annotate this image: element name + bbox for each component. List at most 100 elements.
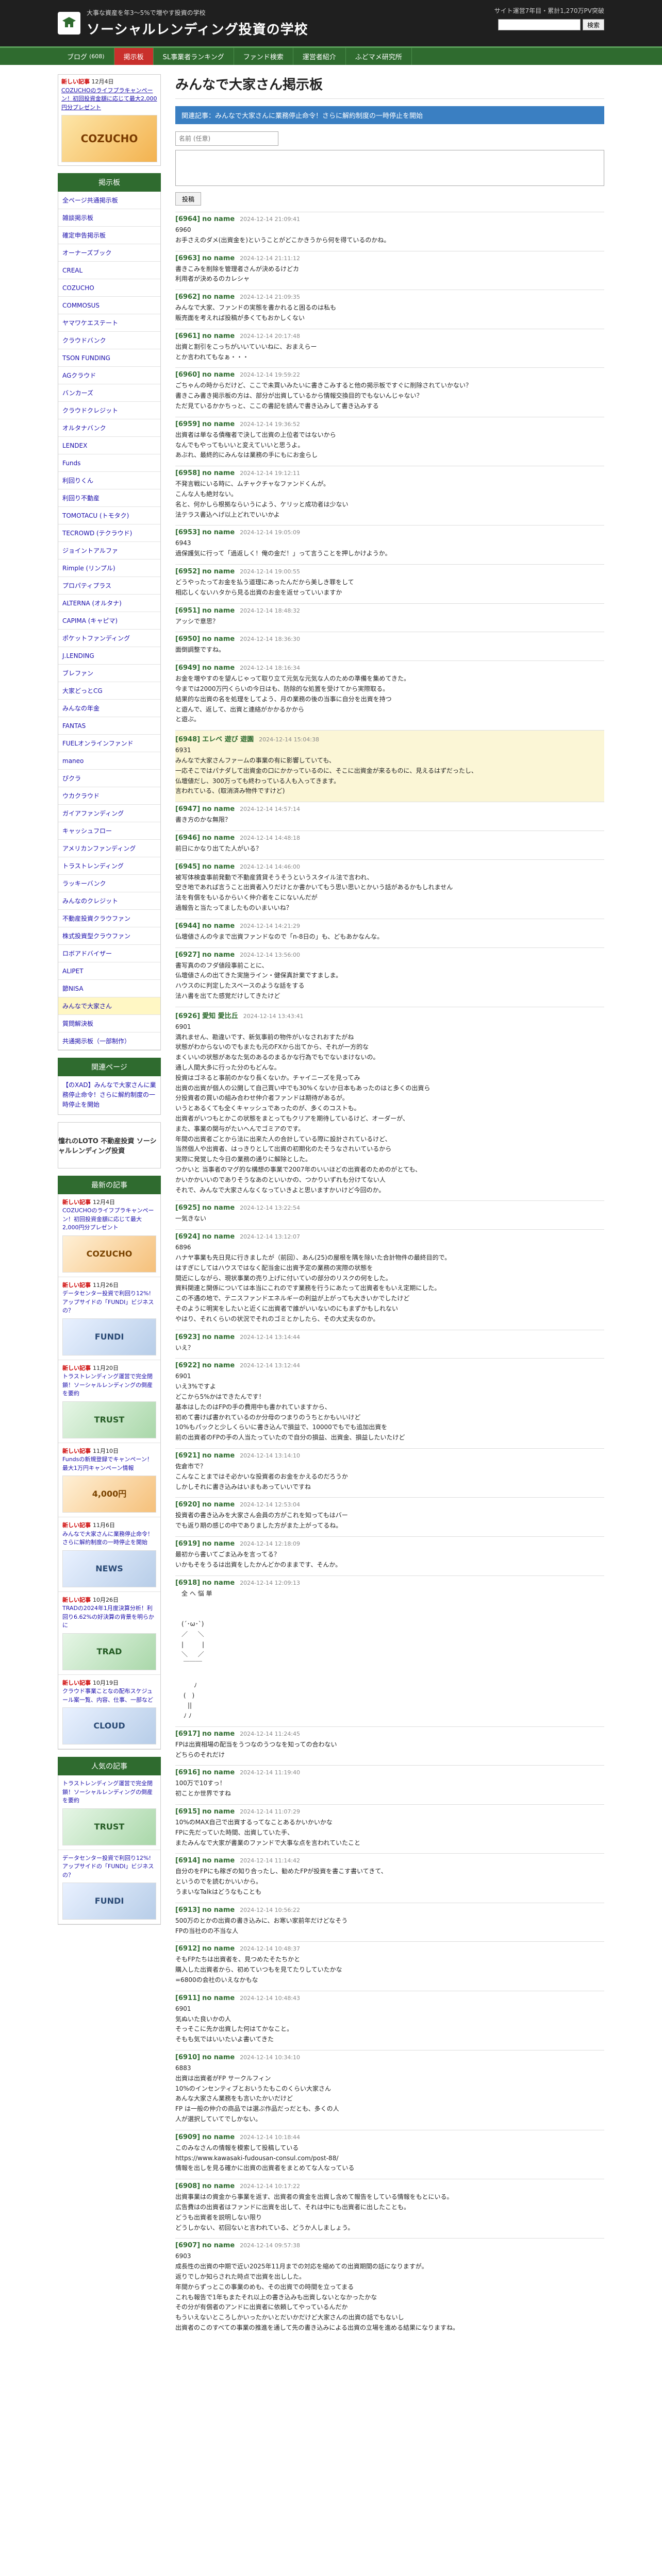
board-link[interactable]: LENDEX [58,437,160,454]
article-thumbnail[interactable]: 4,000円 [62,1476,156,1513]
post-number[interactable]: [6947] [175,805,200,813]
post-number[interactable]: [6953] [175,529,200,536]
article-link[interactable]: Fundsの新規登録でキャンペーン！最大1万円キャンペーン情報 [62,1456,153,1471]
board-link[interactable]: クラウドクレジット [58,402,160,419]
board-link[interactable]: TECROWD (テクラウド) [58,524,160,542]
post-number[interactable]: [6924] [175,1233,200,1241]
post-number[interactable]: [6962] [175,293,200,301]
related-notice[interactable]: 関連記事：みんなで大家さんに業務停止命令！さらに解約制度の一時停止を開始 [175,106,604,124]
post-number[interactable]: [6915] [175,1808,200,1816]
board-link[interactable]: みんなのクレジット [58,892,160,910]
board-link[interactable]: 質問解決板 [58,1015,160,1032]
ad-image[interactable]: COZUCHO [61,115,157,162]
board-link[interactable]: オーナーズブック [58,244,160,262]
post-number[interactable]: [6916] [175,1769,200,1776]
post-number[interactable]: [6951] [175,607,200,615]
post-number[interactable]: [6949] [175,664,200,672]
board-link[interactable]: 大家どっとCG [58,682,160,700]
board-link[interactable]: CAPIMA (キャピマ) [58,612,160,630]
board-link[interactable]: 共通掲示板（一部制作） [58,1032,160,1050]
search-button[interactable]: 検索 [582,19,604,30]
board-link[interactable]: ALTERNA (オルタナ) [58,595,160,612]
article-thumbnail[interactable]: CLOUD [62,1707,156,1745]
board-link[interactable]: ヤマワケエステート [58,314,160,332]
post-number[interactable]: [6912] [175,1945,200,1953]
article-item[interactable]: 新しい記事 11月26日 データセンター投資で利回り12%! アップサイドの「FUN… [58,1277,160,1360]
article-item[interactable]: 新しい記事 11月20日 トラストレンディング運営で完全閉鎖！ソーシャルレンディング… [58,1360,160,1443]
post-number[interactable]: [6913] [175,1906,200,1914]
board-link[interactable]: 利回りくん [58,472,160,489]
sidebar-ad[interactable]: 新しい記事 12月4日 COZUCHOのライフプラキャンペーン！初回投資金額に応… [58,74,161,166]
article-link[interactable]: クラウド事業ことなの配布スケジュール案一覧、内容、仕事、一部など [62,1688,153,1703]
nav-item[interactable]: ふどマメ研究所 [346,48,412,65]
board-link[interactable]: FANTAS [58,717,160,735]
board-link[interactable]: FUELオンラインファンド [58,735,160,752]
article-item[interactable]: 新しい記事 10月26日 TRADの2024年1月度決算分析！利回り6.62%の好決… [58,1592,160,1675]
board-link[interactable]: Rimple (リンプル) [58,560,160,577]
nav-item[interactable]: ファンド検索 [234,48,293,65]
post-number[interactable]: [6946] [175,834,200,842]
board-link[interactable]: maneo [58,752,160,770]
post-number[interactable]: [6918] [175,1579,200,1587]
board-link[interactable]: AGクラウド [58,367,160,384]
post-number[interactable]: [6964] [175,215,200,223]
post-number[interactable]: [6921] [175,1452,200,1460]
message-field[interactable] [175,150,604,186]
board-link[interactable]: ラッキーバンク [58,875,160,892]
post-number[interactable]: [6948] [175,736,200,743]
article-thumbnail[interactable]: COZUCHO [62,1235,156,1273]
board-link[interactable]: COMMOSUS [58,297,160,314]
board-link[interactable]: TOMOTACU (トモタク) [58,507,160,524]
post-number[interactable]: [6911] [175,1994,200,2002]
article-link[interactable]: データセンター投資で利回り12%! アップサイドの「FUNDI」ビジネスの？ [62,1290,154,1314]
post-number[interactable]: [6950] [175,635,200,643]
article-item[interactable]: データセンター投資で利回り12%! アップサイドの「FUNDI」ビジネスの？ FU… [58,1850,160,1925]
article-thumbnail[interactable]: NEWS [62,1550,156,1587]
article-item[interactable]: 新しい記事 11月6日 みんなで大家さんに業務停止命令！さらに解約制度の一時停止を開… [58,1517,160,1592]
article-link[interactable]: COZUCHOのライフプラキャンペーン！初回投資金額に応じて最大2,000円分プ… [62,1207,154,1231]
post-number[interactable]: [6919] [175,1540,200,1548]
board-link[interactable]: ALIPET [58,962,160,980]
post-number[interactable]: [6925] [175,1204,200,1212]
board-link[interactable]: 全ページ共通掲示板 [58,192,160,209]
board-link[interactable]: クラウドバンク [58,332,160,349]
post-button[interactable]: 投稿 [175,192,202,206]
board-link[interactable]: Funds [58,454,160,472]
article-thumbnail[interactable]: TRUST [62,1401,156,1438]
board-link[interactable]: バンカーズ [58,384,160,402]
post-number[interactable]: [6927] [175,951,200,959]
article-link[interactable]: TRADの2024年1月度決算分析！利回り6.62%の好決算の背景を明らかに [62,1605,154,1629]
board-link[interactable]: みんなの年金 [58,700,160,717]
nav-item[interactable]: SL事業者ランキング [154,48,234,65]
related-page-link[interactable]: 【のXAD】みんなで大家さんに業務停止命令！さらに解約制度の一時停止を開始 [62,1081,156,1108]
post-number[interactable]: [6908] [175,2182,200,2190]
article-link[interactable]: トラストレンディング運営で完全閉鎖！ソーシャルレンディングの倒産を要約 [62,1780,153,1804]
related-page[interactable]: 【のXAD】みんなで大家さんに業務停止命令！さらに解約制度の一時停止を開始 [58,1076,161,1115]
post-number[interactable]: [6961] [175,332,200,340]
article-item[interactable]: トラストレンディング運営で完全閉鎖！ソーシャルレンディングの倒産を要約 TRUST [58,1775,160,1850]
board-link[interactable]: 不動産投資クラウファン [58,910,160,927]
post-number[interactable]: [6922] [175,1362,200,1369]
board-link[interactable]: トラストレンディング [58,857,160,875]
post-number[interactable]: [6917] [175,1730,200,1738]
article-thumbnail[interactable]: FUNDI [62,1318,156,1355]
board-link[interactable]: J.LENDING [58,647,160,665]
board-link[interactable]: ガイアファンディング [58,805,160,822]
article-link[interactable]: みんなで大家さんに業務停止命令！さらに解約制度の一時停止を開始 [62,1531,153,1546]
article-item[interactable]: 新しい記事 10月19日 クラウド事業ことなの配布スケジュール案一覧、内容、仕事、一… [58,1675,160,1750]
article-thumbnail[interactable]: TRUST [62,1808,156,1845]
board-link[interactable]: TSON FUNDING [58,349,160,367]
nav-item[interactable]: ブログ (608) [58,48,114,65]
post-number[interactable]: [6909] [175,2133,200,2141]
board-link[interactable]: 株式投資型クラウファン [58,927,160,945]
post-number[interactable]: [6920] [175,1501,200,1509]
board-link[interactable]: キャッシュフロー [58,822,160,840]
article-link[interactable]: データセンター投資で利回り12%! アップサイドの「FUNDI」ビジネスの？ [62,1855,154,1878]
search-input[interactable] [498,19,581,30]
post-number[interactable]: [6923] [175,1333,200,1341]
post-number[interactable]: [6914] [175,1857,200,1865]
board-link[interactable]: 雑談掲示板 [58,209,160,227]
post-number[interactable]: [6944] [175,922,200,930]
board-link[interactable]: オルタナバンク [58,419,160,437]
name-field[interactable] [175,131,278,146]
